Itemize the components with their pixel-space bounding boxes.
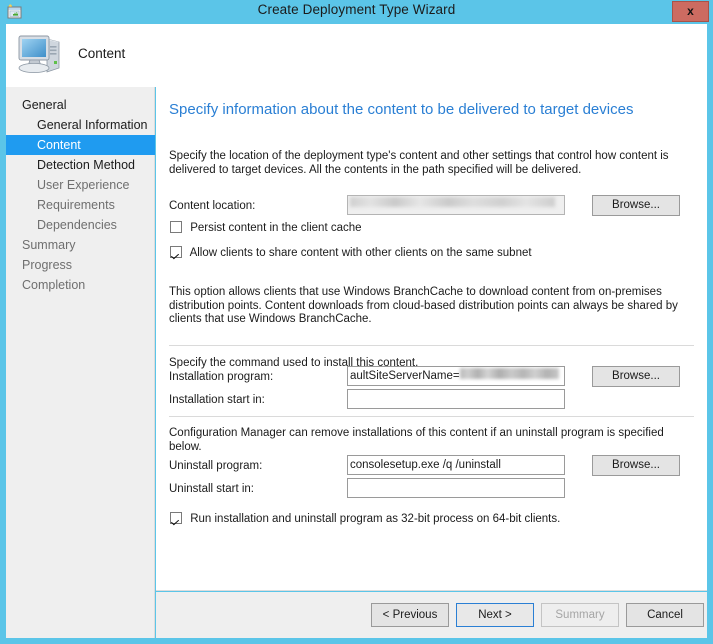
wizard-header: Content [6,24,707,87]
previous-button[interactable]: < Previous [371,603,449,627]
wizard-step-nav: General General Information Content Dete… [6,87,155,638]
content-location-label: Content location: [169,200,256,212]
divider [169,345,694,346]
content-pane: Specify information about the content to… [156,87,707,591]
allow-share-content-label: Allow clients to share content with othe… [189,247,532,259]
sidebar-item-progress[interactable]: Progress [6,255,155,275]
sidebar-item-user-experience[interactable]: User Experience [6,175,155,195]
title-bar: Create Deployment Type Wizard x [0,0,713,24]
page-title: Content [78,46,126,61]
allow-share-content-checkbox[interactable]: Allow clients to share content with othe… [170,246,532,259]
installation-program-value: aultSiteServerName= [350,370,460,382]
persist-content-label: Persist content in the client cache [190,222,362,234]
uninstall-program-browse-button[interactable]: Browse... [592,455,680,476]
checkbox-box [170,221,182,233]
installation-program-input[interactable]: aultSiteServerName= [347,366,565,386]
sidebar-item-completion[interactable]: Completion [6,275,155,295]
next-button[interactable]: Next > [456,603,534,627]
wizard-footer: < Previous Next > Summary Cancel [156,592,707,638]
run-32bit-checkbox[interactable]: Run installation and uninstall program a… [170,512,560,525]
installation-program-browse-button[interactable]: Browse... [592,366,680,387]
cancel-button[interactable]: Cancel [626,603,704,627]
checkbox-box [170,246,182,258]
content-location-browse-button[interactable]: Browse... [592,195,680,216]
summary-button: Summary [541,603,619,627]
wizard-window: Create Deployment Type Wizard x Content … [0,0,713,644]
intro-text: Specify the location of the deployment t… [169,150,669,176]
run-32bit-label: Run installation and uninstall program a… [190,513,561,525]
content-location-input[interactable] [347,195,565,215]
sidebar-item-detection-method[interactable]: Detection Method [6,155,155,175]
computer-monitor-icon [14,27,70,83]
window-title: Create Deployment Type Wizard [257,2,456,17]
sidebar-item-dependencies[interactable]: Dependencies [6,215,155,235]
sidebar-item-content[interactable]: Content [6,135,155,155]
close-icon[interactable]: x [672,1,709,22]
uninstall-start-in-input[interactable] [347,478,565,498]
content-heading: Specify information about the content to… [169,101,634,118]
uninstall-program-label: Uninstall program: [169,460,263,472]
uninstall-start-in-label: Uninstall start in: [169,483,255,495]
sidebar-item-general[interactable]: General [6,95,155,115]
installation-program-label: Installation program: [169,371,274,383]
installation-start-in-input[interactable] [347,389,565,409]
installation-start-in-label: Installation start in: [169,394,265,406]
content-location-redacted-value [350,197,555,207]
sidebar-item-summary[interactable]: Summary [6,235,155,255]
sidebar-item-general-information[interactable]: General Information [6,115,155,135]
sidebar-item-requirements[interactable]: Requirements [6,195,155,215]
divider [169,416,694,417]
uninstall-program-input[interactable]: consolesetup.exe /q /uninstall [347,455,565,475]
installation-program-redacted-value [459,368,559,379]
persist-content-checkbox[interactable]: Persist content in the client cache [170,221,362,234]
uninstall-section-note: Configuration Manager can remove install… [169,427,664,453]
branchcache-note: This option allows clients that use Wind… [169,286,678,325]
checkbox-box [170,512,182,524]
